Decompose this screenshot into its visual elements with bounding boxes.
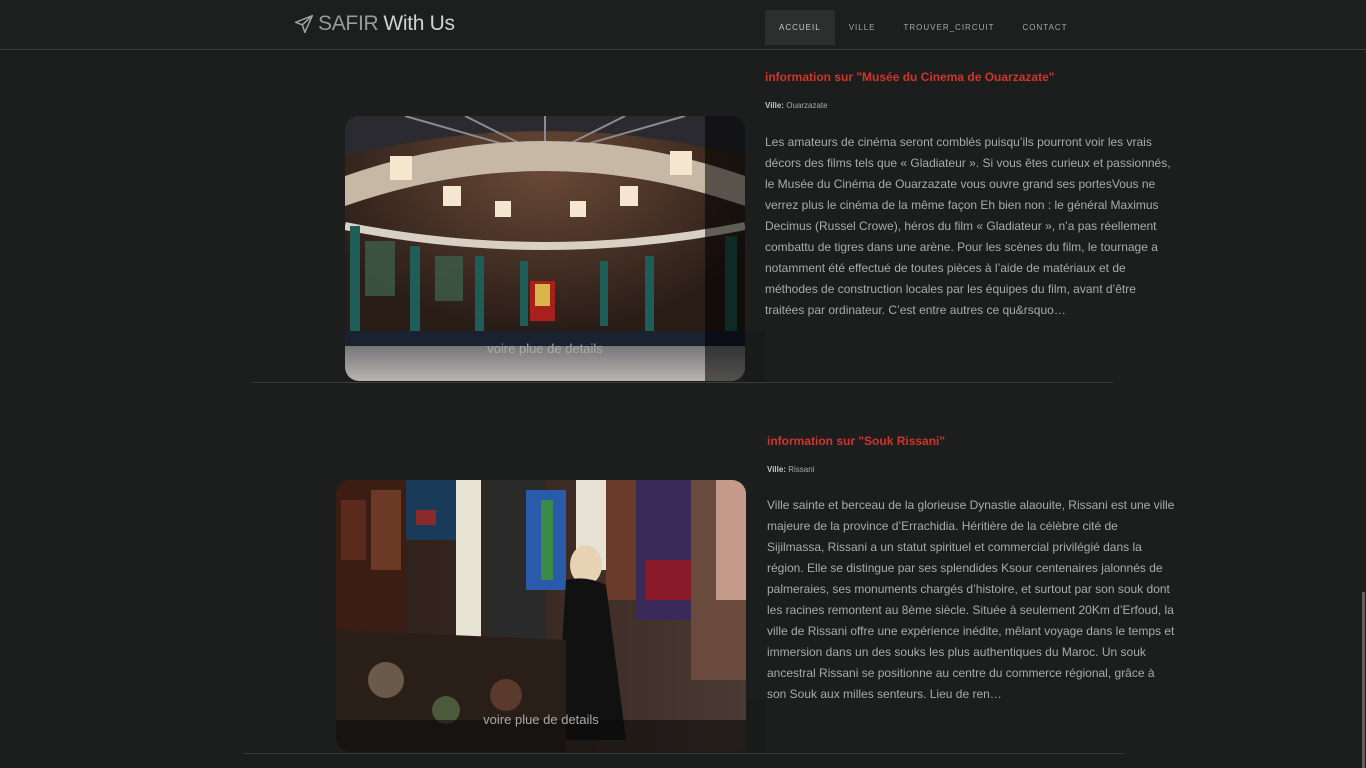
city-label: Ville: bbox=[767, 465, 786, 474]
card-shadow bbox=[745, 330, 765, 382]
nav-item-trouver-circuit[interactable]: TROUVER_CIRCUIT bbox=[889, 10, 1008, 45]
city-label: Ville: bbox=[765, 101, 784, 110]
card-shadow bbox=[746, 700, 766, 752]
place-title: information sur "Souk Rissani" bbox=[767, 434, 946, 448]
paper-plane-icon bbox=[294, 14, 314, 34]
nav-item-ville[interactable]: VILLE bbox=[835, 10, 890, 45]
place-description: Ville sainte et berceau de la glorieuse … bbox=[767, 498, 1175, 701]
scrollbar-thumb[interactable] bbox=[1362, 592, 1365, 768]
place-photo[interactable]: voire plue de details bbox=[336, 480, 746, 752]
brand-name-part2: With Us bbox=[383, 12, 455, 35]
place-photo[interactable]: voire plue de details bbox=[345, 116, 745, 381]
place-city: Ville: Rissani bbox=[767, 465, 814, 474]
main-nav: ACCUEIL VILLE TROUVER_CIRCUIT CONTACT bbox=[765, 10, 1082, 45]
nav-item-contact[interactable]: CONTACT bbox=[1009, 10, 1082, 45]
navbar: SAFIR With Us ACCUEIL VILLE TROUVER_CIRC… bbox=[0, 0, 1366, 50]
city-value: Rissani bbox=[788, 465, 815, 474]
brand-name-part1: SAFIR bbox=[318, 12, 379, 35]
nav-item-accueil[interactable]: ACCUEIL bbox=[765, 10, 835, 45]
card-divider bbox=[243, 753, 1123, 754]
place-description: Les amateurs de cinéma seront comblés pu… bbox=[765, 135, 1171, 317]
brand-logo[interactable]: SAFIR With Us bbox=[294, 10, 455, 38]
details-link[interactable]: voire plue de details bbox=[336, 712, 746, 727]
card-divider bbox=[253, 382, 1113, 383]
details-link[interactable]: voire plue de details bbox=[345, 341, 745, 356]
city-value: Ouarzazate bbox=[786, 101, 828, 110]
place-title: information sur "Musée du Cinema de Ouar… bbox=[765, 70, 1055, 84]
place-city: Ville: Ouarzazate bbox=[765, 101, 828, 110]
